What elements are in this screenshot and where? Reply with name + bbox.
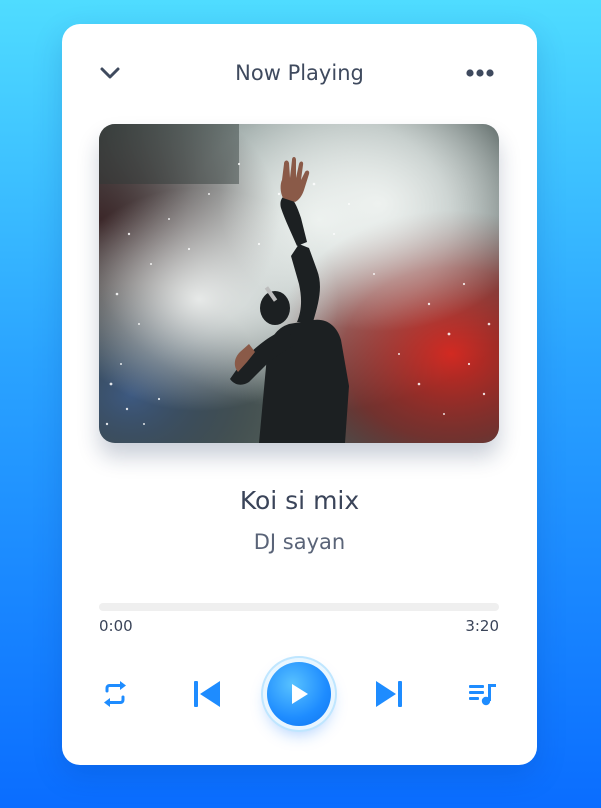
- album-artwork: [99, 124, 499, 443]
- current-time: 0:00: [99, 617, 133, 635]
- player-header: Now Playing: [62, 24, 537, 124]
- playback-controls: [62, 654, 537, 734]
- track-artist: DJ sayan: [253, 530, 346, 554]
- more-horizontal-icon: [466, 69, 494, 77]
- skip-next-icon: [376, 681, 402, 707]
- track-title: Koi si mix: [239, 486, 360, 515]
- play-button[interactable]: [267, 662, 331, 726]
- total-time: 3:20: [465, 617, 499, 635]
- previous-button[interactable]: [190, 676, 224, 712]
- playlist-button[interactable]: [466, 679, 500, 709]
- more-options-button[interactable]: [460, 58, 500, 88]
- repeat-button[interactable]: [98, 679, 132, 709]
- next-button[interactable]: [372, 676, 406, 712]
- play-icon: [292, 684, 308, 704]
- skip-previous-icon: [194, 681, 220, 707]
- playlist-icon: [469, 684, 496, 706]
- progress-bar[interactable]: [99, 603, 499, 611]
- repeat-icon: [104, 681, 126, 707]
- concert-performer-image: [99, 124, 499, 443]
- player-card: Now Playing Koi si mix DJ sayan 0:00 3:2…: [62, 24, 537, 765]
